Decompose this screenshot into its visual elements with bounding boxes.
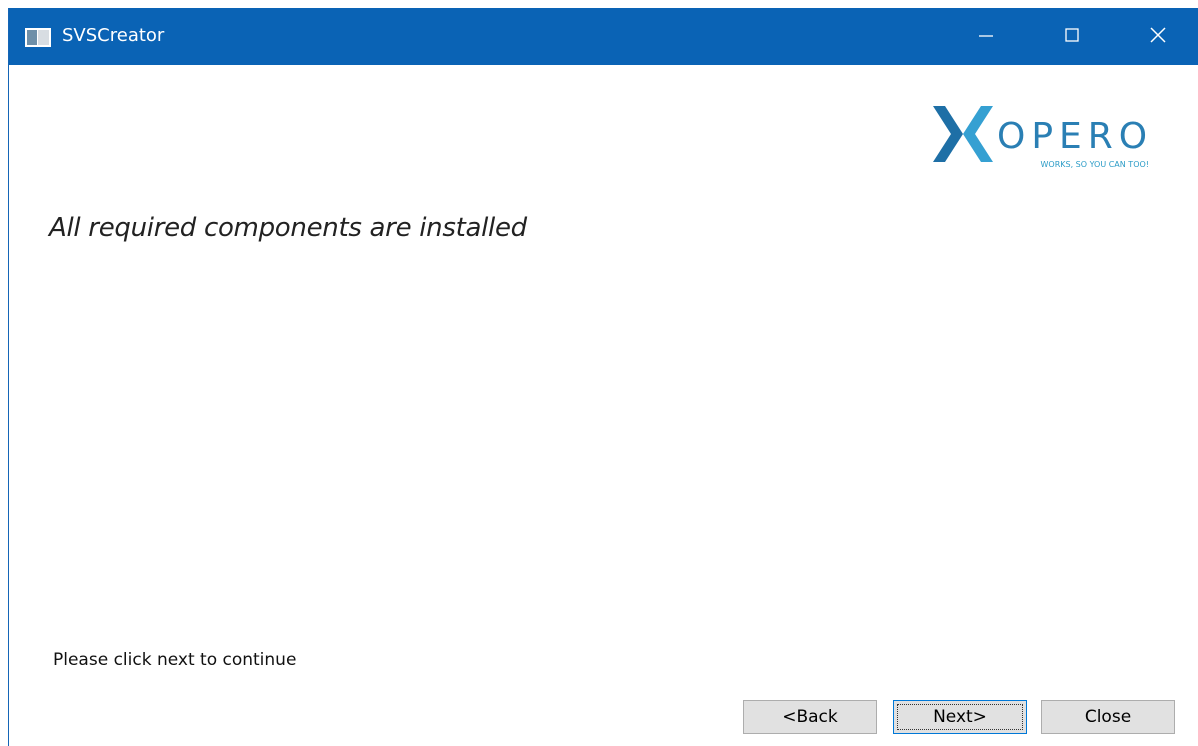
status-heading: All required components are installed [49, 213, 527, 243]
logo-x-mark [933, 106, 963, 162]
maximize-button[interactable] [1037, 8, 1107, 65]
close-window-button[interactable] [1123, 8, 1193, 65]
app-window-icon [25, 28, 51, 47]
title-bar[interactable]: SVSCreator [9, 8, 1198, 65]
logo-wordmark: OPERO [997, 116, 1151, 157]
installer-window: SVSCreator OPERO WORKS, SO YOU CAN TOO! … [8, 8, 1198, 746]
minimize-button[interactable] [951, 8, 1021, 65]
close-button[interactable]: Close [1041, 700, 1175, 734]
logo-tagline: WORKS, SO YOU CAN TOO! [1040, 160, 1149, 169]
instruction-text: Please click next to continue [53, 650, 297, 670]
xopero-logo: OPERO WORKS, SO YOU CAN TOO! [931, 98, 1151, 170]
minimize-icon [978, 27, 994, 47]
maximize-icon [1064, 27, 1080, 47]
window-title: SVSCreator [62, 25, 165, 46]
next-button[interactable]: Next> [893, 700, 1027, 734]
focus-rectangle [897, 704, 1023, 730]
close-icon [1149, 26, 1167, 48]
back-button[interactable]: <Back [743, 700, 877, 734]
